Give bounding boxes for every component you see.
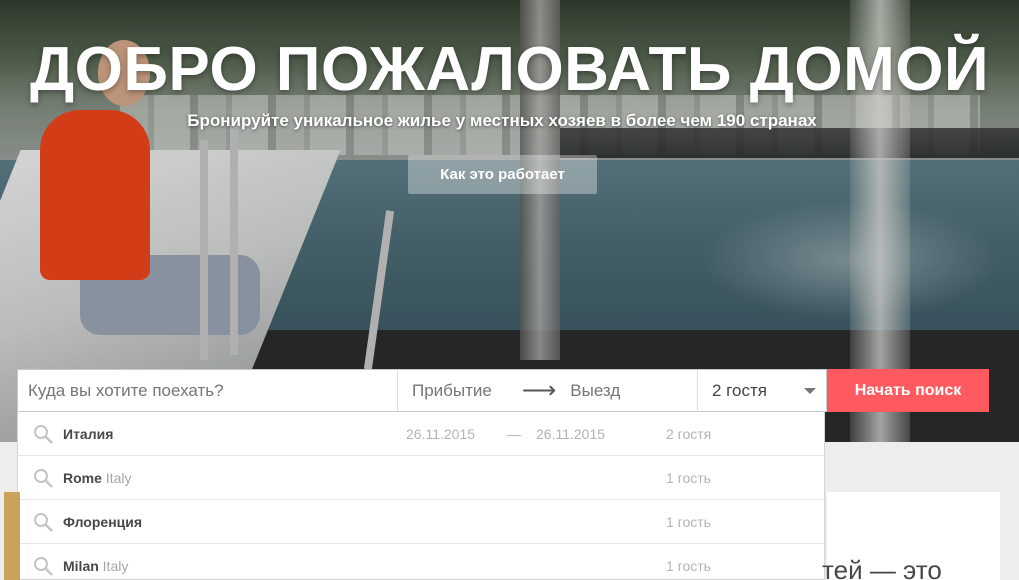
search-button[interactable]: Начать поиск [827, 369, 989, 412]
suggestion-dash: — [507, 425, 521, 442]
destination-input[interactable] [28, 380, 397, 401]
how-it-works-button[interactable]: Как это работает [408, 155, 597, 194]
suggestion-name: Milan Italy [63, 557, 129, 574]
suggestion-guests: 1 гость [666, 513, 711, 530]
suggestion-name: Rome Italy [63, 469, 132, 486]
suggestion-guests: 1 гость [666, 557, 711, 574]
checkin-field[interactable]: Прибытие [412, 381, 492, 401]
list-item[interactable]: Milan Italy 1 гость [18, 544, 824, 579]
suggestion-guests: 1 гость [666, 469, 711, 486]
suggestion-name: Флоренция [63, 513, 143, 530]
search-icon [34, 469, 53, 488]
guests-value: 2 гостя [712, 380, 767, 400]
search-icon [34, 425, 53, 444]
suggestions-dropdown: Италия 26.11.2015 — 26.11.2015 2 гостя R… [17, 412, 825, 580]
suggestion-checkin: 26.11.2015 [406, 425, 476, 442]
suggestion-guests: 2 гостя [666, 425, 712, 442]
search-bar: Прибытие ⟶ Выезд 2 гостя [17, 369, 827, 412]
hero-title: ДОБРО ПОЖАЛОВАТЬ ДОМОЙ [29, 35, 990, 104]
checkout-field[interactable]: Выезд [570, 381, 620, 401]
arrow-right-icon: ⟶ [521, 377, 557, 404]
list-item[interactable]: Италия 26.11.2015 — 26.11.2015 2 гостя [18, 412, 824, 456]
chevron-down-icon [804, 388, 816, 394]
suggestion-name: Италия [63, 425, 114, 442]
content-card-image [4, 492, 20, 580]
list-item[interactable]: Флоренция 1 гость [18, 500, 824, 544]
suggestion-checkout: 26.11.2015 [536, 425, 606, 442]
section-heading: тей — это [822, 555, 942, 580]
dates-field[interactable]: Прибытие ⟶ Выезд [398, 370, 698, 411]
destination-field-wrapper [18, 370, 398, 411]
search-icon [34, 513, 53, 532]
guests-select[interactable]: 2 гостя [698, 370, 826, 411]
hero-subtitle: Бронируйте уникальное жилье у местных хо… [187, 111, 817, 130]
list-item[interactable]: Rome Italy 1 гость [18, 456, 824, 500]
search-icon [34, 557, 53, 576]
